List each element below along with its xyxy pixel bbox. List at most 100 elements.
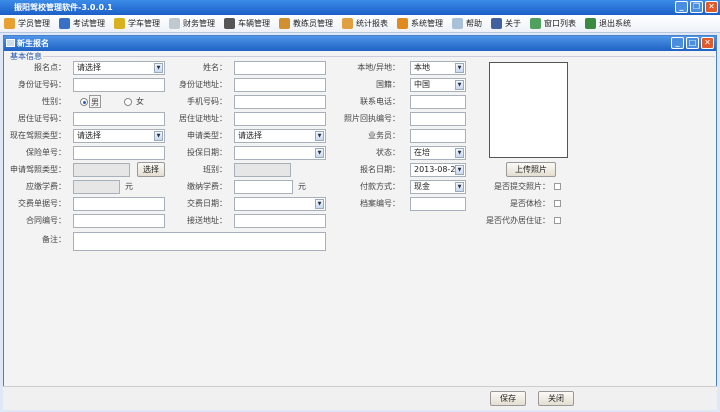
minimize-button[interactable]: _	[675, 1, 688, 13]
form-icon	[6, 39, 15, 47]
gender-female-radio[interactable]	[124, 98, 132, 106]
close-button[interactable]: ✕	[705, 1, 718, 13]
bottom-bar	[3, 386, 717, 410]
select-license-button[interactable]: 选择	[137, 162, 165, 177]
menu-item-label: 帮助	[466, 19, 482, 28]
menu-item-label: 统计报表	[356, 19, 388, 28]
local-value: 本地	[414, 63, 430, 72]
pay-date-select[interactable]: ▼	[234, 197, 326, 211]
system-icon	[397, 18, 408, 29]
close-form-button[interactable]: 关闭	[538, 391, 574, 406]
name-label: 姓名：	[203, 63, 227, 72]
insure-date-select[interactable]: ▼	[234, 146, 326, 160]
chevron-down-icon[interactable]: ▼	[455, 148, 464, 158]
save-button[interactable]: 保存	[490, 391, 526, 406]
status-select[interactable]: 在培 ▼	[410, 146, 466, 160]
fee-paid-input[interactable]	[234, 180, 293, 194]
phone-label: 联系电话：	[360, 97, 400, 106]
photo-box	[489, 62, 568, 158]
local-select[interactable]: 本地 ▼	[410, 61, 466, 75]
fee-due-label: 应缴学费：	[26, 182, 66, 191]
insurance-no-label: 保险单号：	[26, 148, 66, 157]
car-icon	[224, 18, 235, 29]
menu-item-label: 系统管理	[411, 19, 443, 28]
residence-addr-input[interactable]	[234, 112, 326, 126]
menu-item-finance[interactable]: 财务管理	[169, 18, 215, 29]
photo-receipt-label: 照片回执编号：	[344, 114, 400, 123]
chart-icon	[342, 18, 353, 29]
menu-item-car[interactable]: 车辆管理	[224, 18, 270, 29]
driving-icon	[114, 18, 125, 29]
menu-item-chart[interactable]: 统计报表	[342, 18, 388, 29]
students-icon	[4, 18, 15, 29]
menu-item-students[interactable]: 学员管理	[4, 18, 50, 29]
signup-date-select[interactable]: 2013-08-24 ▼	[410, 163, 466, 177]
gender-male-label[interactable]: 男	[89, 95, 101, 108]
menu-item-exit[interactable]: 退出系统	[585, 18, 631, 29]
class-input[interactable]	[234, 163, 291, 177]
restore-button[interactable]: ❐	[690, 1, 703, 13]
fee-due-input[interactable]	[73, 180, 120, 194]
about-icon	[491, 18, 502, 29]
fee-paid-unit: 元	[298, 182, 306, 191]
residence-addr-label: 居住证地址：	[179, 114, 227, 123]
mobile-input[interactable]	[234, 95, 326, 109]
check-label: 是否体检：	[510, 199, 550, 208]
pay-method-value: 现金	[414, 182, 430, 191]
photo-receipt-input[interactable]	[410, 112, 466, 126]
signup-point-value: 请选择	[77, 63, 101, 72]
gender-male-radio[interactable]	[80, 98, 88, 106]
id-addr-label: 身份证地址：	[179, 80, 227, 89]
child-title-bar: 新生报名 _ □ ✕	[4, 36, 716, 51]
apply-type-select[interactable]: 请选择 ▼	[234, 129, 326, 143]
chevron-down-icon[interactable]: ▼	[455, 80, 464, 90]
signup-point-label: 报名点：	[34, 63, 66, 72]
menu-bar: 学员管理 考试管理 学车管理 财务管理 车辆管理 教练员管理 统计报表 系统管理 帮助 关于 窗口列…	[0, 15, 720, 33]
id-addr-input[interactable]	[234, 78, 326, 92]
apply-license-input[interactable]	[73, 163, 130, 177]
insure-date-label: 投保日期：	[187, 148, 227, 157]
checkbox[interactable]	[554, 183, 561, 190]
menu-item-help[interactable]: 帮助	[452, 18, 482, 29]
remark-input[interactable]	[73, 232, 326, 251]
menu-item-label: 窗口列表	[544, 19, 576, 28]
gender-label: 性别：	[42, 97, 66, 106]
finance-icon	[169, 18, 180, 29]
salesman-input[interactable]	[410, 129, 466, 143]
menu-item-label: 学员管理	[18, 19, 50, 28]
signup-date-value: 2013-08-24	[414, 165, 461, 174]
signup-date-label: 报名日期：	[360, 165, 400, 174]
receipt-no-label: 交费单据号：	[18, 199, 66, 208]
nationality-label: 国籍：	[376, 80, 400, 89]
chevron-down-icon[interactable]: ▼	[455, 165, 464, 175]
upload-photo-button[interactable]: 上传照片	[506, 162, 556, 177]
menu-item-system[interactable]: 系统管理	[397, 18, 443, 29]
child-minimize-button[interactable]: _	[671, 37, 684, 49]
checkbox[interactable]	[554, 217, 561, 224]
child-title: 新生报名	[17, 39, 49, 48]
pickup-addr-input[interactable]	[234, 214, 326, 228]
residence-no-label: 居住证号码：	[18, 114, 66, 123]
pay-method-label: 付款方式：	[360, 182, 400, 191]
gender-female-label[interactable]: 女	[136, 95, 148, 108]
status-value: 在培	[414, 148, 430, 157]
pickup-addr-label: 接送地址：	[187, 216, 227, 225]
chevron-down-icon[interactable]: ▼	[455, 63, 464, 73]
menu-item-window-list[interactable]: 窗口列表	[530, 18, 576, 29]
menu-item-exam[interactable]: 考试管理	[59, 18, 105, 29]
menu-item-label: 财务管理	[183, 19, 215, 28]
menu-item-coach[interactable]: 教练员管理	[279, 18, 333, 29]
child-maximize-button[interactable]: □	[686, 37, 699, 49]
current-license-label: 现在驾照类型：	[10, 131, 66, 140]
pay-date-label: 交费日期：	[187, 199, 227, 208]
nationality-select[interactable]: 中国 ▼	[410, 78, 466, 92]
name-input[interactable]	[234, 61, 326, 75]
window-list-icon	[530, 18, 541, 29]
archive-no-label: 档案编号：	[360, 199, 400, 208]
menu-item-driving[interactable]: 学车管理	[114, 18, 160, 29]
phone-input[interactable]	[410, 95, 466, 109]
menu-item-about[interactable]: 关于	[491, 18, 521, 29]
checkbox[interactable]	[554, 200, 561, 207]
child-close-button[interactable]: ✕	[701, 37, 714, 49]
nationality-value: 中国	[414, 80, 430, 89]
